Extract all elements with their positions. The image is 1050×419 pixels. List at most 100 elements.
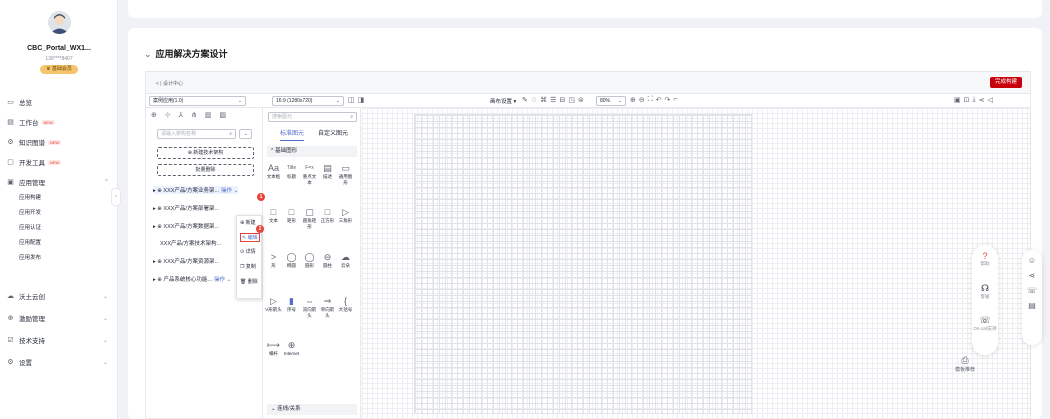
redo-icon[interactable]: ↷ — [665, 96, 671, 104]
share-icon[interactable]: ⋖ — [1022, 271, 1042, 280]
shape-bar[interactable]: ⟼ 横杆 — [265, 340, 282, 357]
tab-custom-elements[interactable]: 自定义图元 — [318, 128, 348, 137]
operations-link[interactable]: 操作 ⌄ — [214, 277, 231, 283]
image-icon[interactable]: ⊡ — [964, 96, 970, 104]
case-select[interactable]: 案例应用(1.0) ⌄ — [149, 96, 246, 106]
shape-text[interactable]: □ 文本 — [265, 207, 282, 224]
shape-internet[interactable]: ⊕ Internet — [283, 340, 300, 356]
menu-item-delete[interactable]: 🗑 删除 — [240, 278, 258, 285]
ratio-select[interactable]: 16:9 (1280x720) ⌄ — [272, 96, 344, 106]
shape-textbox[interactable]: Aa 文本框 — [265, 163, 282, 180]
sidebar-subitem-build[interactable]: 应用构建 — [19, 193, 41, 201]
shape-triangle[interactable]: ▷ 三角形 — [337, 207, 354, 224]
tree-item[interactable]: ▸ ⊕ XXX产品/方案数据架... — [153, 222, 219, 230]
sidebar-item-cloud[interactable]: ☁ 沃土云创 ⌄ — [6, 290, 112, 302]
send-icon[interactable]: ◁ — [987, 96, 992, 104]
undo-icon[interactable]: ↶ — [656, 96, 662, 104]
back-link[interactable]: < | 设计中心 — [156, 80, 183, 87]
single-panel-icon[interactable]: ◫ — [348, 96, 355, 104]
tree-icon[interactable]: ⋔ — [191, 111, 197, 119]
shape-cloud[interactable]: ☁ 云朵 — [337, 252, 354, 269]
arch-search-input[interactable]: 请输入架构名称 ⌕ — [157, 129, 236, 139]
oncall-button[interactable]: ☏ On-call支持 — [972, 315, 998, 332]
sidebar-subitem-cert[interactable]: 应用认证 — [19, 223, 41, 231]
hierarchy-icon[interactable]: ⅄ — [179, 111, 183, 119]
tree-item[interactable]: ▸ ⊕ XXX产品/方案部署架... — [153, 204, 219, 212]
zoom-in-icon[interactable]: ⊕ — [630, 96, 636, 104]
shape-brace[interactable]: {大括号 — [337, 296, 354, 313]
tree-item[interactable]: XXX产品/方案技术架构... — [160, 239, 221, 247]
shape-ellipse[interactable]: ◯ 椭圆 — [283, 252, 300, 269]
paint-icon[interactable]: ♢ — [531, 96, 537, 104]
sidebar-collapse-button[interactable]: ‹ — [111, 188, 121, 206]
download-icon[interactable]: ⤓ — [973, 96, 976, 104]
section-basic-shapes[interactable]: ^ 基础图形 — [267, 146, 357, 157]
share-icon[interactable]: ⋖ — [979, 96, 985, 104]
fit-screen-icon[interactable]: ⛶ — [648, 96, 653, 104]
zoom-out-icon[interactable]: ⊖ — [639, 96, 645, 104]
shape-title[interactable]: Title 标题 — [283, 163, 300, 180]
batch-delete-button[interactable]: 批量删除 — [157, 164, 254, 176]
image-icon[interactable]: ▨ — [220, 111, 227, 119]
canvas-settings-button[interactable]: 画布设置 ▾ — [490, 97, 516, 105]
pen-icon[interactable]: ✎ — [522, 96, 528, 104]
sidebar-item-app-manage[interactable]: ▣ 应用管理 ^ — [6, 176, 112, 188]
sidebar-item-settings[interactable]: ⚙ 设置 ⌄ — [6, 356, 112, 368]
element-search-input[interactable]: 搜索图元 ⌕ — [268, 112, 357, 122]
sidebar-subitem-dev[interactable]: 应用开发 — [19, 208, 41, 216]
sidebar-item-incentive[interactable]: ⊕ 激励管理 ⌄ — [6, 312, 112, 324]
phone-icon[interactable]: ☏ — [1022, 286, 1042, 295]
menu-item-copy[interactable]: ❐ 复制 — [240, 263, 256, 270]
lock-icon[interactable]: ⊜ — [578, 96, 584, 104]
menu-item-new[interactable]: ⊕ 新建 — [240, 219, 256, 226]
shape-square[interactable]: □ 正方形 — [319, 207, 336, 224]
new-architecture-button[interactable]: ⊕ 新建技术架构 — [157, 147, 254, 159]
sidebar-item-support[interactable]: ☑ 技术支持 ⌄ — [6, 334, 112, 346]
shape-circle[interactable]: ◯ 圆形 — [301, 252, 318, 269]
shape-cylinder[interactable]: ⊖ 圆柱 — [319, 252, 336, 269]
connector-icon[interactable]: ⌐ — [673, 96, 677, 104]
customer-service-button[interactable]: ☊ 客服 — [972, 283, 998, 300]
shape-rounded-rect[interactable]: ▢ 圆角矩形 — [301, 207, 318, 230]
design-canvas[interactable] — [362, 108, 1030, 419]
tree-item[interactable]: ▸ ⊕ XXX产品/方案业务架... 操作 ⌄ — [153, 186, 239, 194]
shape-v-arrow[interactable]: ▷ V形箭头 — [265, 296, 282, 313]
shape-description[interactable]: ▤ 描述 — [319, 163, 336, 180]
avatar[interactable] — [48, 11, 71, 34]
section-connectors[interactable]: ⌄ 连线/关系 — [267, 404, 357, 415]
shape-double-arrow[interactable]: ⇔ 双向箭头 — [301, 296, 318, 319]
align-icon[interactable]: ⊟ — [559, 96, 565, 104]
shape-generic[interactable]: ▭ 通用图形 — [337, 163, 354, 186]
split-icon[interactable]: ⊹ — [165, 111, 171, 119]
format-brush-icon[interactable]: ⌘ — [540, 96, 547, 104]
layer-icon[interactable]: ◳ — [568, 96, 575, 104]
menu-item-edit[interactable]: ✎ 编辑 — [240, 233, 260, 242]
shape-single-arrow[interactable]: ⇒ 单向箭头 — [319, 296, 336, 319]
finish-build-button[interactable]: 完成构建 — [989, 77, 1022, 88]
help-button[interactable]: ? 帮助 — [972, 251, 998, 267]
save-icon[interactable]: ▣ — [954, 96, 961, 104]
sidebar-item-overview[interactable]: ▭ 总览 — [6, 96, 112, 108]
chart-icon[interactable]: ▥ — [205, 111, 212, 119]
page-title[interactable]: ⌄ 应用解决方案设计 — [144, 47, 228, 60]
tab-standard-elements[interactable]: 标准图元 — [280, 128, 305, 141]
dual-panel-icon[interactable]: ◨ — [358, 96, 365, 104]
menu-item-details[interactable]: ⊙ 详情 — [240, 248, 256, 255]
line-style-icon[interactable]: ☰ — [550, 96, 556, 104]
operations-link[interactable]: 操作 ⌄ — [221, 188, 238, 194]
smile-icon[interactable]: ☺ — [1022, 256, 1042, 265]
shape-rectangle[interactable]: □ 矩形 — [283, 207, 300, 224]
shape-key-text[interactable]: F=x 重点文本 — [301, 163, 318, 186]
feedback-icon[interactable]: ▤ — [1022, 301, 1042, 310]
tree-item[interactable]: ▸ ⊕ XXX产品/方案资源架... — [153, 257, 219, 265]
tree-item[interactable]: ▸ ⊕ 产品系统核心功能... 操作 ⌄ — [153, 275, 231, 283]
globe-icon[interactable]: ⊕ — [151, 111, 157, 119]
sidebar-item-workbench[interactable]: ▤ 工作台 NEW — [6, 116, 112, 128]
zoom-select[interactable]: 80% ⌄ — [596, 96, 626, 106]
sidebar-subitem-config[interactable]: 应用配置 — [19, 238, 41, 246]
filter-dropdown[interactable]: ⌄ — [239, 129, 252, 139]
sidebar-item-knowledge[interactable]: ⚙ 知识图谱 NEW — [6, 136, 112, 148]
template-recommend-button[interactable]: ⎙ 模板推荐 — [955, 355, 975, 373]
canvas-page[interactable] — [414, 114, 752, 414]
sidebar-subitem-publish[interactable]: 应用发布 — [19, 253, 41, 261]
